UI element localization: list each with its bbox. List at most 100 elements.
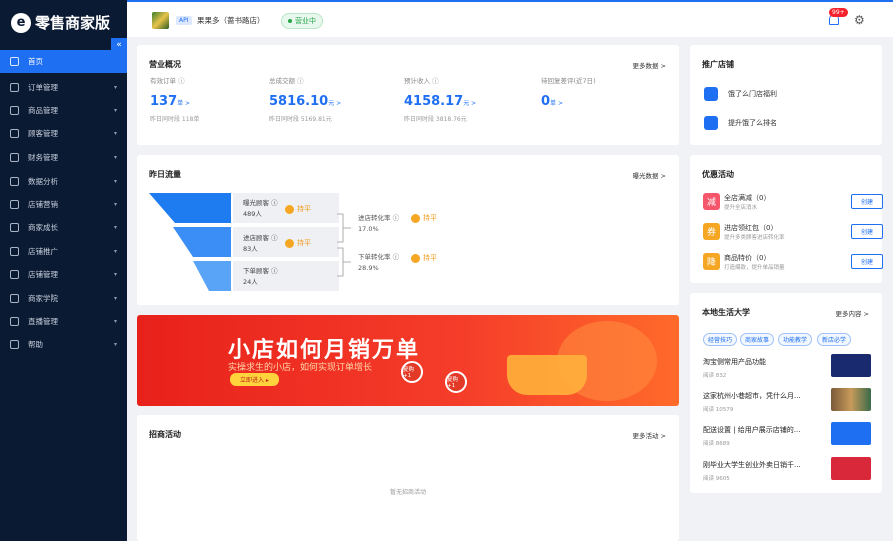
banner-enter-button[interactable]: 立即进入 ▸ (230, 373, 279, 386)
notification-badge: 99+ (829, 8, 848, 17)
sidebar-item-label: 顾客管理 (28, 129, 58, 138)
recruit-title: 招商活动 (149, 430, 181, 439)
sidebar-item-customers[interactable]: 顾客管理 ▾ (0, 122, 127, 145)
order-icon (10, 83, 19, 92)
funnel-step-visit (173, 227, 231, 257)
flat-label: 持平 (423, 214, 437, 222)
sidebar-item-promote[interactable]: 店铺推广 ▾ (0, 240, 127, 263)
gear-icon[interactable]: ⚙ (854, 13, 865, 27)
shop-name[interactable]: 果果多（蔷书路店） (197, 15, 265, 26)
metric-bad-reviews[interactable]: 待回复差评(近7日) 0单 > (541, 75, 596, 114)
tag-tips[interactable]: 经营技巧 (703, 333, 738, 346)
promote-item-welfare[interactable]: 饿了么门店福利 (704, 87, 777, 101)
funnel-label: 曝光顾客 ⓘ (243, 199, 278, 207)
price-down-icon: 降 (703, 253, 720, 270)
conversion-label: 进店转化率 ⓘ (358, 214, 400, 222)
conversion-visit: 进店转化率 ⓘ 17.0% (358, 213, 399, 235)
traffic-title: 昨日流量 (149, 170, 181, 179)
sidebar-item-label: 商家学院 (28, 294, 58, 303)
metric-gmv[interactable]: 总成交额 ⓘ 5816.10元 > 昨日同时段 5169.81元 (269, 75, 341, 123)
create-button[interactable]: 创建 (851, 254, 883, 269)
promote-item-rank[interactable]: 提升饿了么排名 (704, 116, 777, 130)
chevron-down-icon: ▾ (113, 84, 117, 91)
funnel-step-order (193, 261, 231, 291)
coupon-icon: 券 (703, 223, 720, 240)
chevron-down-icon: ▾ (113, 248, 117, 255)
sidebar-item-goods[interactable]: 商品管理 ▾ (0, 99, 127, 122)
marketing-icon (10, 200, 19, 209)
flat-icon (285, 204, 294, 214)
banner-subtitle: 实操求生的小店，如何实现订单增长 (228, 363, 373, 373)
promo-title: 进店领红包（0） (724, 224, 778, 232)
traffic-more-link[interactable]: 曝光数据 > (632, 170, 666, 180)
metric-compare: 昨日同时段 118单 (150, 116, 200, 123)
sidebar-item-label: 帮助 (28, 340, 43, 349)
promote-label: 提升饿了么排名 (728, 119, 777, 127)
metric-compare: 昨日同时段 3818.76元 (404, 116, 467, 123)
article-reads: 阅读 9605 (703, 476, 730, 482)
article-reads: 阅读 10579 (703, 407, 734, 413)
sidebar-item-marketing[interactable]: 店铺营销 ▾ (0, 193, 127, 216)
sidebar-item-home[interactable]: 首页 (0, 50, 127, 73)
conversion-order: 下单转化率 ⓘ 28.9% (358, 252, 399, 274)
brand: e 零售商家版 (0, 0, 127, 45)
metric-label: 有效订单 ⓘ (150, 77, 185, 85)
promo-title: 全店满减（0） (724, 194, 771, 202)
create-button[interactable]: 创建 (851, 224, 883, 239)
recruit-more-link[interactable]: 更多活动 > (632, 430, 666, 440)
chevron-down-icon: ▾ (113, 224, 117, 231)
chevron-down-icon: ▾ (113, 271, 117, 278)
sidebar-item-store[interactable]: 店铺管理 ▾ (0, 263, 127, 286)
metric-orders[interactable]: 有效订单 ⓘ 137单 > 昨日同时段 118单 (150, 75, 199, 123)
promo-sub: 提升多类顾客进店转化率 (724, 235, 785, 241)
chevron-down-icon: ▾ (113, 178, 117, 185)
create-button[interactable]: 创建 (851, 194, 883, 209)
status-badge[interactable]: 营业中 (281, 13, 323, 29)
live-icon (10, 317, 19, 326)
metric-income[interactable]: 预计收入 ⓘ 4158.17元 > 昨日同时段 3818.76元 (404, 75, 476, 123)
overview-more-link[interactable]: 更多数据 > (632, 60, 666, 70)
article-title: 刚毕业大学生创业外卖日销千... (703, 461, 801, 469)
conversion-label: 下单转化率 ⓘ (358, 253, 400, 261)
sidebar-item-label: 首页 (28, 57, 43, 66)
goods-icon (10, 106, 19, 115)
college-more-link[interactable]: 更多内容 > (835, 308, 869, 318)
brand-logo-icon: e (11, 12, 31, 33)
sidebar-item-finance[interactable]: 财务管理 ▾ (0, 146, 127, 169)
banner-coin: 复购 +1 (445, 371, 467, 393)
funnel-label: 进店顾客 ⓘ (243, 234, 278, 242)
home-icon (10, 57, 19, 66)
coupons-card: 优惠活动 减 全店满减（0） 提升全店消水 创建 券 进店领红包（0） 提升多类… (690, 155, 883, 283)
sidebar-item-academy[interactable]: 商家学院 ▾ (0, 287, 127, 310)
status-label: 营业中 (295, 17, 316, 25)
help-icon (10, 340, 19, 349)
tag-stories[interactable]: 商家故事 (740, 333, 775, 346)
promote-icon (10, 247, 19, 256)
metric-value: 0 (541, 94, 551, 109)
sidebar-item-growth[interactable]: 商家成长 ▾ (0, 216, 127, 239)
sidebar-item-help[interactable]: 帮助 ▾ (0, 333, 127, 356)
article-title: 这家杭州小巷超市，凭什么月... (703, 392, 801, 400)
metric-label: 预计收入 ⓘ (404, 77, 439, 85)
promote-title: 推广店铺 (702, 60, 734, 69)
chevron-down-icon: ▾ (113, 130, 117, 137)
discount-icon: 减 (703, 193, 720, 210)
data-icon (10, 177, 19, 186)
sidebar-item-live[interactable]: 直播管理 ▾ (0, 310, 127, 333)
tag-tutorial[interactable]: 功能教学 (778, 333, 813, 346)
trend-flat: 持平 (285, 204, 311, 214)
growth-icon (10, 223, 19, 232)
funnel-value: 489人 (243, 210, 262, 218)
promo-banner[interactable]: 小店如何月销万单 实操求生的小店，如何实现订单增长 立即进入 ▸ 复购 +1 复… (137, 315, 679, 406)
trend-flat: 持平 (411, 213, 437, 223)
metric-unit: 单 > (177, 100, 191, 107)
promote-card: 推广店铺 饿了么门店福利 提升饿了么排名 (690, 45, 882, 145)
tag-newstore[interactable]: 新店必学 (817, 333, 852, 346)
sidebar-item-data[interactable]: 数据分析 ▾ (0, 170, 127, 193)
status-dot-icon (288, 19, 292, 23)
shop-avatar (152, 12, 169, 29)
banner-coin: 复购 +1 (401, 361, 423, 383)
sidebar-item-label: 数据分析 (28, 177, 58, 186)
metric-label: 待回复差评(近7日) (541, 77, 596, 85)
sidebar-item-orders[interactable]: 订单管理 ▾ (0, 76, 127, 99)
